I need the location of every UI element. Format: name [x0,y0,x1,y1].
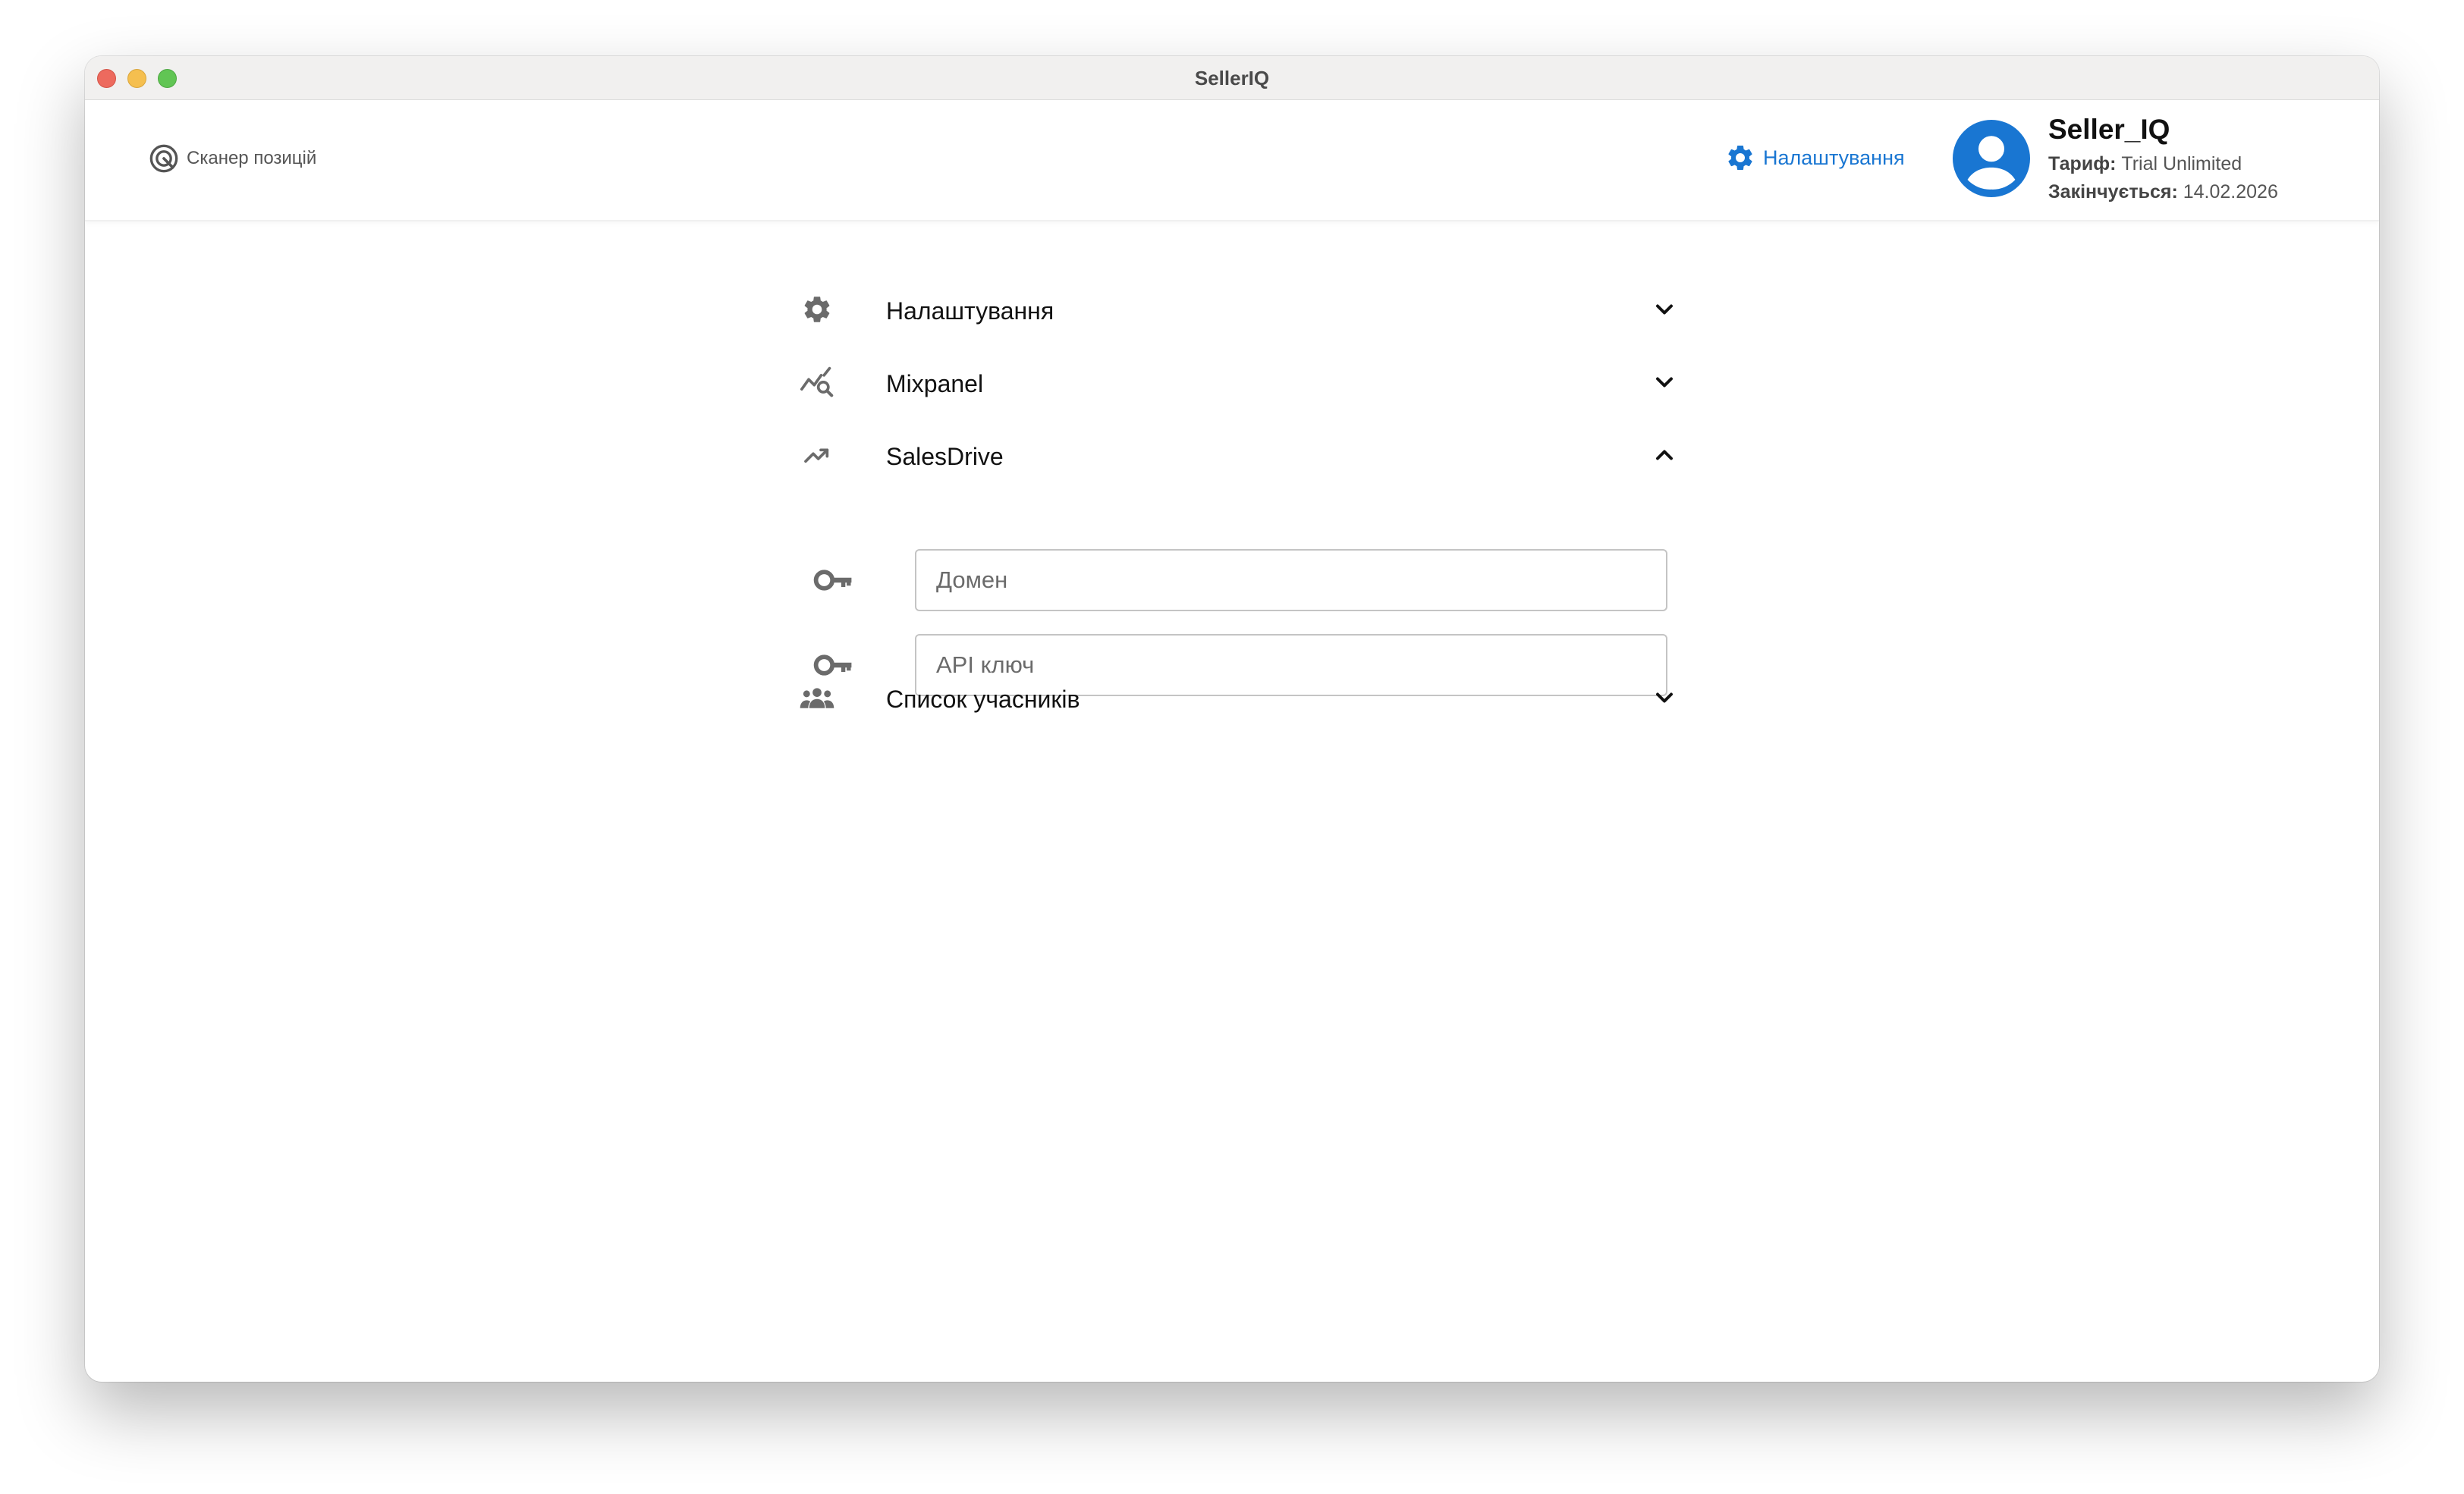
user-plan: Тариф: Trial Unlimited [2048,153,2242,175]
salesdrive-domain-row [813,549,1678,611]
user-expiry: Закінчується: 14.02.2026 [2048,181,2278,203]
app-header: Сканер позицій Налаштування Seller_IQ Та… [85,100,2379,221]
section-mixpanel-header[interactable]: Mixpanel [798,359,1678,405]
people-group-icon [800,688,834,708]
section-salesdrive-header[interactable]: SalesDrive [798,432,1678,478]
analytics-search-icon [800,366,834,397]
section-salesdrive-icon-wrap [798,440,836,470]
scanner-nav-link[interactable]: Сканер позицій [149,143,316,174]
avatar[interactable] [1953,120,2030,197]
section-settings-icon-wrap [798,294,836,325]
plan-value: Trial Unlimited [2121,153,2242,174]
scanner-nav-label: Сканер позицій [187,148,317,168]
domain-input[interactable] [915,549,1667,611]
settings-content: Налаштування Mixpanel SalesDrive Домен A… [85,221,2379,1382]
chevron-down-icon[interactable] [1651,369,1678,396]
section-settings-header[interactable]: Налаштування [798,287,1678,332]
trending-up-icon [804,448,829,463]
chevron-down-icon[interactable] [1651,684,1678,711]
user-name: Seller_IQ [2048,114,2170,145]
window-title: SellerIQ [1194,67,1270,89]
expiry-value: 14.02.2026 [2183,181,2278,202]
title-bar: SellerIQ [85,56,2379,100]
chevron-up-icon[interactable] [1651,441,1678,469]
settings-nav-label: Налаштування [1763,146,1905,169]
section-members-icon-wrap [798,683,836,713]
app-window: SellerIQ Сканер позицій Налаштування Sel… [85,56,2379,1382]
expiry-key: Закінчується: [2048,181,2178,202]
section-salesdrive-label: SalesDrive [886,443,1004,470]
gear-icon [804,297,830,322]
section-members-header[interactable]: Список учасників [798,675,1678,720]
gear-icon [1728,145,1752,170]
target-icon [149,144,178,173]
section-mixpanel-icon-wrap [798,366,836,397]
section-members-label: Список учасників [886,686,1080,713]
section-mixpanel-label: Mixpanel [886,370,984,397]
chevron-down-icon[interactable] [1651,296,1678,323]
section-settings-label: Налаштування [886,297,1054,325]
plan-key: Тариф: [2048,153,2117,174]
key-icon [813,570,852,591]
settings-nav-link[interactable]: Налаштування [1725,143,1905,173]
